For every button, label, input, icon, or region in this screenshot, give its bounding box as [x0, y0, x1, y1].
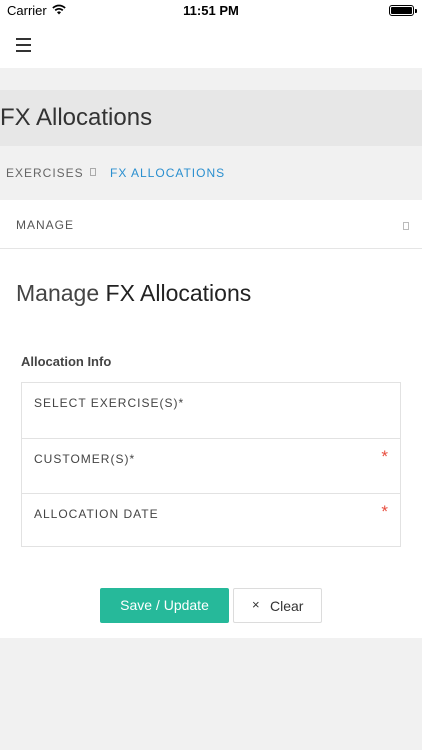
- top-navigation-bar: [0, 22, 422, 68]
- breadcrumb-item-fx-allocations[interactable]: FX ALLOCATIONS: [110, 166, 225, 180]
- customers-field[interactable]: CUSTOMER(S)* *: [22, 438, 400, 493]
- status-bar: Carrier 11:51 PM: [0, 0, 422, 22]
- close-icon: ×: [252, 597, 260, 612]
- menu-icon[interactable]: [16, 38, 31, 52]
- required-marker: *: [381, 447, 388, 466]
- form-title: Manage FX Allocations: [16, 280, 251, 307]
- breadcrumb: EXERCISES FX ALLOCATIONS: [0, 146, 422, 200]
- battery-icon: [389, 5, 417, 16]
- clear-button[interactable]: × Clear: [233, 588, 322, 623]
- clock: 11:51 PM: [183, 3, 239, 18]
- page-header: FX Allocations: [0, 90, 422, 146]
- manage-panel-label: MANAGE: [16, 218, 75, 232]
- clear-button-label: Clear: [270, 598, 304, 614]
- allocation-date-field[interactable]: ALLOCATION DATE *: [22, 493, 400, 548]
- page-title: FX Allocations: [0, 104, 153, 131]
- allocation-form: SELECT EXERCISE(S)* CUSTOMER(S)* * ALLOC…: [21, 382, 401, 547]
- select-exercises-field[interactable]: SELECT EXERCISE(S)*: [22, 383, 400, 438]
- required-marker: *: [381, 502, 388, 521]
- section-title: Allocation Info: [21, 354, 112, 369]
- allocation-date-label: ALLOCATION DATE: [34, 507, 159, 521]
- select-exercises-label: SELECT EXERCISE(S)*: [34, 396, 185, 410]
- breadcrumb-item-exercises[interactable]: EXERCISES: [6, 166, 84, 180]
- breadcrumb-separator-icon: [90, 168, 96, 176]
- save-update-button[interactable]: Save / Update: [100, 588, 229, 623]
- manage-panel: MANAGE Manage FX Allocations Allocation …: [0, 200, 422, 638]
- collapse-icon[interactable]: [403, 222, 409, 230]
- form-title-emphasis: FX Allocations: [105, 280, 252, 306]
- manage-panel-header[interactable]: MANAGE: [0, 200, 422, 249]
- customers-label: CUSTOMER(S)*: [34, 452, 136, 466]
- form-title-prefix: Manage: [16, 280, 100, 306]
